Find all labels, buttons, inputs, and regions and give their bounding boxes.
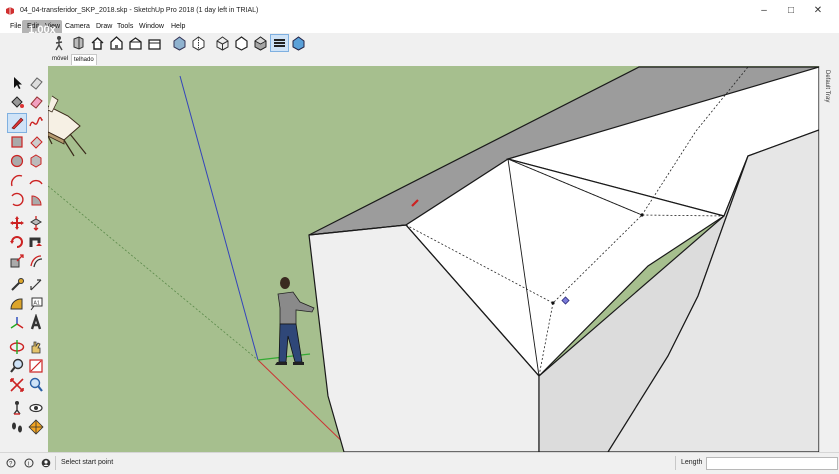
freehand-icon[interactable] <box>27 114 45 132</box>
menu-help[interactable]: Help <box>171 23 185 30</box>
sketchup-logo-icon <box>6 7 14 15</box>
inference-point <box>551 301 555 305</box>
front-view-icon[interactable] <box>108 35 125 51</box>
pencil-line-icon[interactable] <box>7 113 27 133</box>
zoom-icon[interactable] <box>8 357 26 375</box>
length-label: Length <box>681 459 703 466</box>
scale-icon[interactable] <box>8 252 26 270</box>
circle-icon[interactable] <box>8 152 26 170</box>
3d-text-icon[interactable] <box>27 314 45 332</box>
rotated-rectangle-icon[interactable] <box>27 133 45 151</box>
minimize-button[interactable]: – <box>752 4 776 18</box>
menu-file[interactable]: File <box>10 23 21 30</box>
close-button[interactable]: ✕ <box>806 4 830 18</box>
top-toolbar <box>0 33 839 53</box>
tray-label[interactable]: Default Tray <box>824 70 830 102</box>
pan-icon[interactable] <box>27 338 45 356</box>
default-tray[interactable]: Default Tray <box>819 66 839 452</box>
three-point-arc-icon[interactable] <box>8 191 26 209</box>
window-title: 04_04-transferidor_SKP_2018.skp - Sketch… <box>20 7 259 14</box>
position-camera-icon[interactable] <box>8 399 26 417</box>
shaded-textures-style-icon[interactable] <box>270 34 289 52</box>
tag-eraser-icon[interactable] <box>27 93 45 111</box>
right-view-icon[interactable] <box>127 35 144 51</box>
paint-bucket-icon[interactable] <box>8 93 26 111</box>
zoom-extents-icon[interactable] <box>8 376 26 394</box>
person-figure[interactable] <box>275 277 315 365</box>
svg-text:i: i <box>28 462 29 468</box>
previous-view-icon[interactable] <box>27 376 45 394</box>
user-account-icon[interactable] <box>41 458 51 468</box>
back-edges-style-icon[interactable] <box>190 35 207 51</box>
rotate-icon[interactable] <box>8 233 26 251</box>
left-toolbar: A1 <box>0 66 48 452</box>
protractor-icon[interactable] <box>8 295 26 313</box>
look-around-icon[interactable] <box>27 399 45 417</box>
component-icon[interactable] <box>70 35 87 51</box>
credits-icon[interactable]: i <box>24 458 34 468</box>
section-plane-icon[interactable] <box>27 418 45 436</box>
offset-icon[interactable] <box>27 252 45 270</box>
scene-tabs: móvel telhado <box>0 53 839 65</box>
walk-icon[interactable] <box>51 35 68 51</box>
pie-icon[interactable] <box>27 191 45 209</box>
two-point-arc-icon[interactable] <box>27 172 45 190</box>
modeling-viewport[interactable] <box>48 66 819 452</box>
push-pull-icon[interactable] <box>27 214 45 232</box>
dimension-icon[interactable] <box>27 276 45 294</box>
menu-draw[interactable]: Draw <box>96 23 112 30</box>
svg-text:A1: A1 <box>34 301 40 307</box>
geolocation-icon[interactable]: ? <box>6 458 16 468</box>
move-icon[interactable] <box>8 214 26 232</box>
separator <box>55 456 56 470</box>
shaded-style-icon[interactable] <box>252 35 269 51</box>
house-icon[interactable] <box>89 35 106 51</box>
menu-bar: File Edit View Camera Draw Tools Window … <box>0 22 839 33</box>
status-hint: Select start point <box>61 459 114 466</box>
zoom-window-icon[interactable] <box>27 357 45 375</box>
chair-model[interactable] <box>48 95 87 157</box>
hidden-line-style-icon[interactable] <box>233 35 250 51</box>
inference-point <box>640 213 644 217</box>
menu-tools[interactable]: Tools <box>117 23 133 30</box>
tape-measure-icon[interactable] <box>8 276 26 294</box>
separator <box>675 456 676 470</box>
monochrome-style-icon[interactable] <box>290 35 307 51</box>
follow-me-icon[interactable] <box>27 233 45 251</box>
walk-footprints-icon[interactable] <box>8 418 26 436</box>
arc-icon[interactable] <box>8 172 26 190</box>
scene-canvas[interactable] <box>48 66 819 452</box>
xray-style-icon[interactable] <box>171 35 188 51</box>
house-model[interactable] <box>308 66 819 452</box>
polygon-icon[interactable] <box>27 152 45 170</box>
axes-icon[interactable] <box>8 314 26 332</box>
menu-camera[interactable]: Camera <box>65 23 90 30</box>
tab-telhado[interactable]: telhado <box>71 54 97 65</box>
orbit-icon[interactable] <box>8 338 26 356</box>
status-bar: ? i Select start point Length <box>0 452 839 474</box>
blue-axis <box>179 75 259 361</box>
text-icon[interactable]: A1 <box>27 295 45 313</box>
wireframe-style-icon[interactable] <box>214 35 231 51</box>
length-input[interactable] <box>706 457 838 470</box>
eraser-icon[interactable] <box>27 74 45 92</box>
red-axis-dotted <box>48 185 259 361</box>
rectangle-icon[interactable] <box>8 133 26 151</box>
back-view-icon[interactable] <box>146 35 163 51</box>
title-bar: 04_04-transferidor_SKP_2018.skp - Sketch… <box>0 0 839 22</box>
maximize-button[interactable]: □ <box>779 4 803 18</box>
select-arrow-icon[interactable] <box>8 74 26 92</box>
tab-movel[interactable]: móvel <box>50 54 70 64</box>
menu-window[interactable]: Window <box>139 23 164 30</box>
